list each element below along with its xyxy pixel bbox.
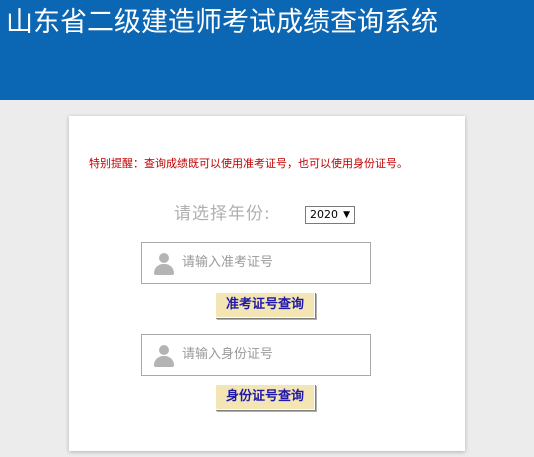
exam-number-input[interactable]: 请输入准考证号: [141, 242, 371, 284]
chevron-down-icon: ▼: [343, 210, 350, 220]
notice-text: 特别提醒：查询成绩既可以使用准考证号，也可以使用身份证号。: [89, 157, 408, 170]
year-label: 请选择年份:: [174, 204, 271, 224]
id-number-query-button[interactable]: 身份证号查询: [215, 384, 315, 410]
user-icon: [154, 253, 174, 275]
id-number-input[interactable]: 请输入身份证号: [141, 334, 371, 376]
exam-number-query-button[interactable]: 准考证号查询: [215, 292, 315, 318]
year-select-value: 2020: [310, 208, 338, 221]
year-select[interactable]: 2020 ▼: [305, 206, 355, 224]
user-icon: [154, 345, 174, 367]
query-card: 特别提醒：查询成绩既可以使用准考证号，也可以使用身份证号。 请选择年份: 202…: [69, 116, 465, 451]
id-number-placeholder: 请输入身份证号: [182, 347, 274, 362]
header-banner: 山东省二级建造师考试成绩查询系统: [0, 0, 534, 100]
exam-number-placeholder: 请输入准考证号: [182, 255, 274, 270]
page-title: 山东省二级建造师考试成绩查询系统: [6, 7, 438, 38]
